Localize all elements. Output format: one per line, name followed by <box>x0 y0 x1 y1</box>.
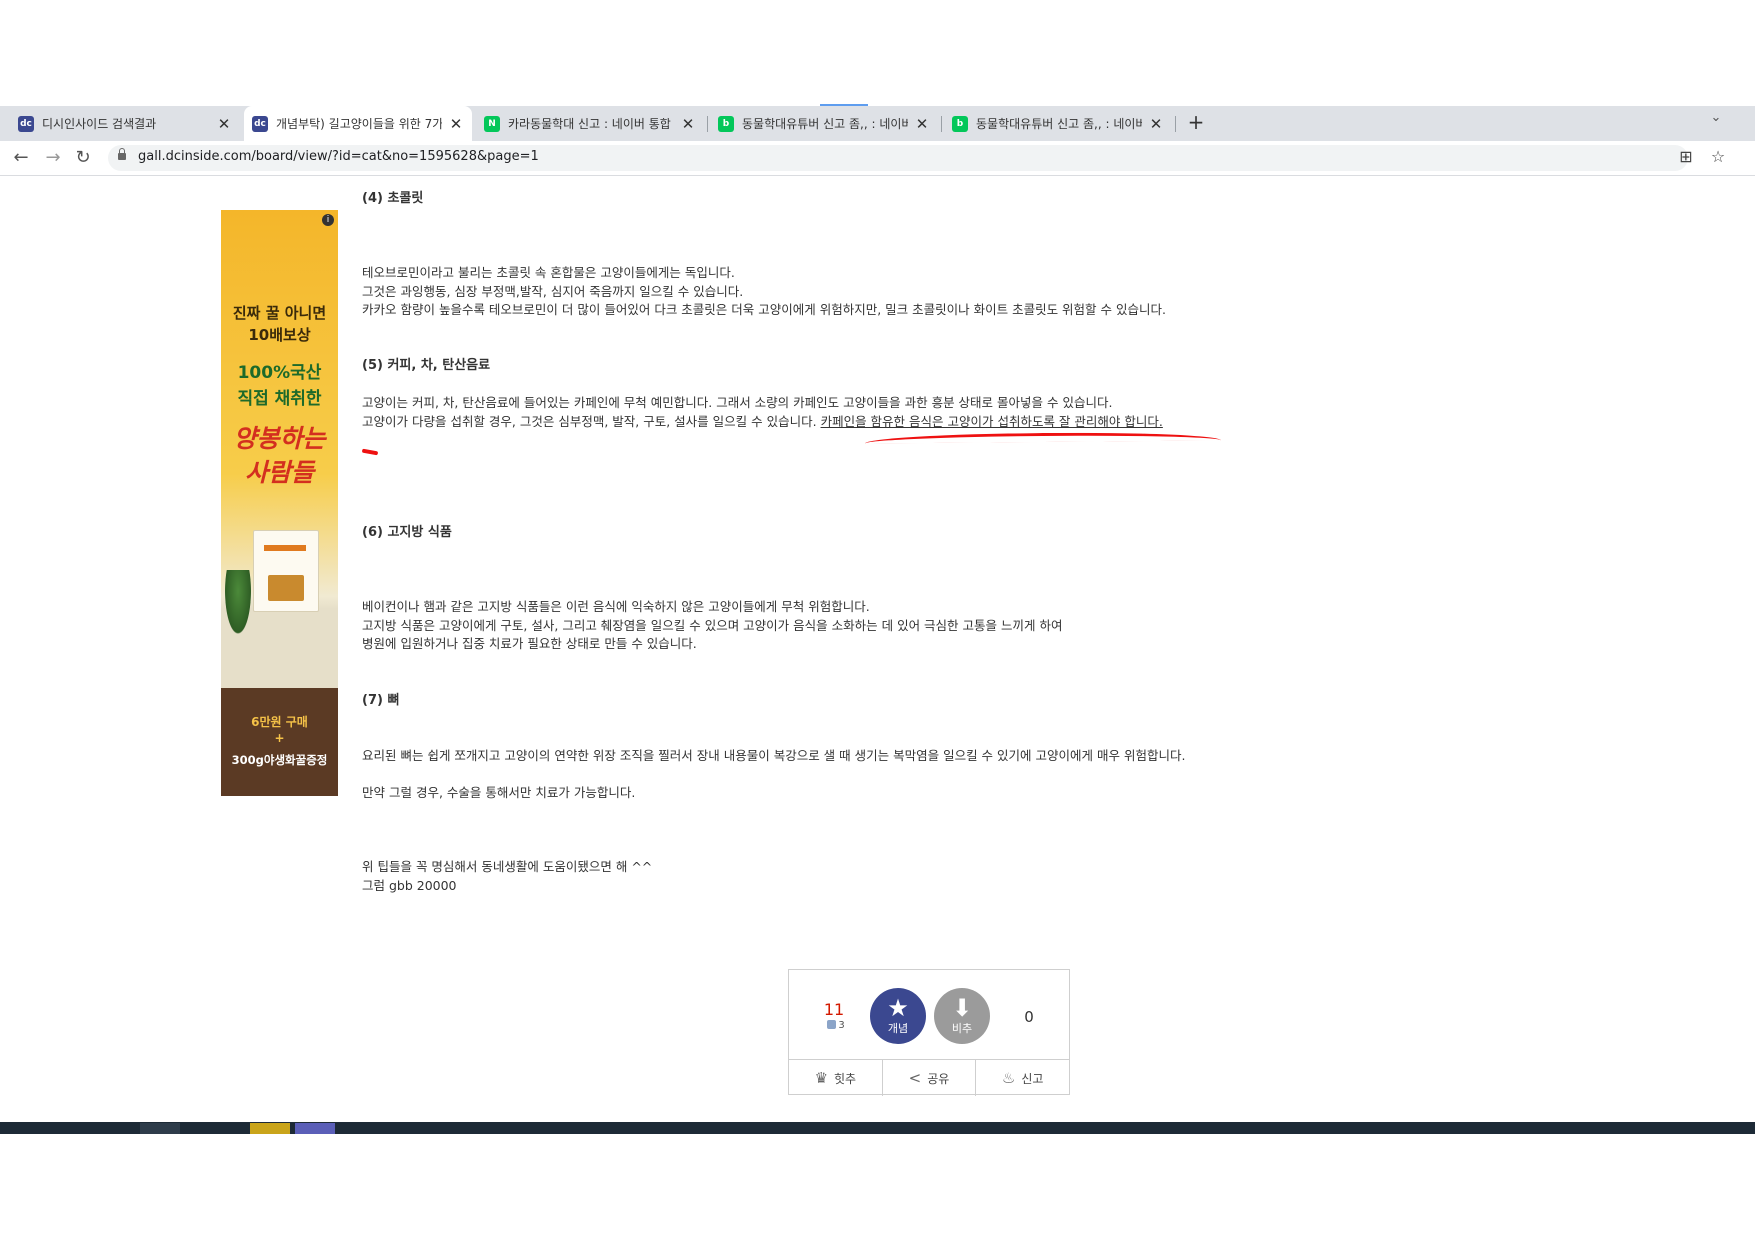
crown-icon: ♛ <box>814 1069 829 1087</box>
tab-separator <box>941 116 942 132</box>
recommend-button[interactable]: ★ 개념 <box>870 988 926 1044</box>
outro-text: 위 팁들을 꼭 명심해서 동네생활에 도움이됐으면 해 ^^ <box>362 859 653 874</box>
tab-dc-article[interactable]: dc 개념부탁) 길고양이들을 위한 7가 ✕ <box>244 106 472 141</box>
section-6-paragraph: 병원에 입원하거나 집중 치료가 필요한 상태로 만들 수 있습니다. <box>362 636 697 651</box>
back-arrow-icon[interactable]: ← <box>8 145 34 171</box>
recommend-actions: ♛ 힛추 < 공유 ♨ 신고 <box>789 1059 1069 1096</box>
ad-line: 양봉하는 <box>233 424 326 453</box>
naver-favicon-icon: N <box>484 115 500 132</box>
hit-label: 힛추 <box>834 1071 857 1086</box>
url-text[interactable]: gall.dcinside.com/board/view/?id=cat&no=… <box>138 149 539 164</box>
ad-headline: 진짜 꿀 아니면 10배보상 <box>221 302 338 346</box>
ad-brand: 양봉하는 사람들 <box>221 422 338 490</box>
ad-line: + <box>274 731 285 745</box>
ad-info-icon[interactable]: i <box>322 214 334 226</box>
section-6-paragraph: 베이컨이나 햄과 같은 고지방 식품들은 이런 음식에 익숙하지 않은 고양이들… <box>362 599 870 614</box>
section-4-paragraph: 카카오 함량이 높을수록 테오브로민이 더 많이 들어있어 다크 초콜릿은 더욱… <box>362 302 1166 317</box>
naver-blog-favicon-icon: b <box>718 115 734 132</box>
section-4-title: (4) 초콜릿 <box>362 191 424 206</box>
recommend-label: 개념 <box>887 1022 909 1035</box>
section-5-title: (5) 커피, 차, 탄산음료 <box>362 358 491 373</box>
address-bar[interactable]: gall.dcinside.com/board/view/?id=cat&no=… <box>108 145 1688 171</box>
report-label: 신고 <box>1021 1071 1044 1086</box>
ad-line: 진짜 꿀 아니면 <box>232 304 327 322</box>
not-recommend-count: 0 <box>1024 1008 1034 1026</box>
ad-line: 10배보상 <box>248 326 311 344</box>
ad-offer-gift: 300g야생화꿀증정 <box>231 753 328 767</box>
tab-separator <box>707 116 708 132</box>
tab-naver-blog-1[interactable]: b 동물학대유튜버 신고 좀,, : 네이버 ✕ <box>710 106 938 141</box>
taskbar-app-icon[interactable] <box>140 1123 180 1134</box>
hit-recommend-button[interactable]: ♛ 힛추 <box>789 1060 883 1096</box>
recommend-box: 11 3 ★ 개념 ⬇ 비추 0 ♛ 힛추 < 공유 ♨ 신고 <box>788 969 1070 1096</box>
share-label: 공유 <box>927 1071 950 1086</box>
close-icon[interactable]: ✕ <box>448 115 464 133</box>
tab-title: 개념부탁) 길고양이들을 위한 7가 <box>276 117 442 131</box>
red-underline-mark <box>361 448 379 456</box>
os-taskbar <box>0 1122 1755 1134</box>
report-button[interactable]: ♨ 신고 <box>976 1060 1069 1096</box>
down-arrow-icon: ⬇ <box>951 994 973 1022</box>
close-icon[interactable]: ✕ <box>914 115 930 133</box>
naver-blog-favicon-icon: b <box>952 115 968 132</box>
ad-line: 6만원 구매 <box>251 715 308 729</box>
red-underline-mark <box>864 431 1222 444</box>
highlighted-sentence: 카페인을 함유한 음식은 고양이가 섭취하도록 잘 관리해야 합니다. <box>820 413 1163 429</box>
dc-favicon-icon: dc <box>252 115 268 132</box>
siren-icon: ♨ <box>1001 1069 1016 1087</box>
reload-icon[interactable]: ↻ <box>70 145 96 171</box>
tab-dc-search[interactable]: dc 디시인사이드 검색결과 ✕ <box>10 106 240 141</box>
tab-title: 카라동물학대 신고 : 네이버 통합 <box>508 117 671 131</box>
section-6-title: (6) 고지방 식품 <box>362 525 452 540</box>
forward-arrow-icon[interactable]: → <box>40 145 66 171</box>
section-7-paragraph: 만약 그럴 경우, 수술을 통해서만 치료가 가능합니다. <box>362 785 636 800</box>
ad-line: 100%국산 <box>237 363 322 383</box>
lock-icon[interactable] <box>118 148 126 160</box>
section-4-paragraph: 테오브로민이라고 불리는 초콜릿 속 혼합물은 고양이들에게는 독입니다. <box>362 265 735 280</box>
fixed-user-count: 3 <box>819 1020 853 1031</box>
ad-offer-line: 6만원 구매 + <box>221 714 338 746</box>
taskbar-app-icon[interactable] <box>295 1123 335 1134</box>
ad-banner[interactable]: i 진짜 꿀 아니면 10배보상 100%국산 직접 채취한 양봉하는 사람들 … <box>221 210 338 796</box>
star-icon: ★ <box>887 994 909 1022</box>
tab-strip: dc 디시인사이드 검색결과 ✕ dc 개념부탁) 길고양이들을 위한 7가 ✕… <box>0 106 1755 141</box>
section-5-paragraph: 고양이가 다량을 섭취할 경우, 그것은 심부정맥, 발작, 구토, 설사를 일… <box>362 413 1232 432</box>
tab-title: 동물학대유튜버 신고 좀,, : 네이버 <box>742 117 908 131</box>
bookmark-star-icon[interactable]: ☆ <box>1706 145 1730 169</box>
section-6-paragraph: 고지방 식품은 고양이에게 구토, 설사, 그리고 췌장염을 일으킬 수 있으며… <box>362 617 1063 633</box>
qr-code-icon[interactable]: ⊞ <box>1674 145 1698 169</box>
section-7-paragraph: 요리된 뼈는 쉽게 쪼개지고 고양이의 연약한 위장 조직을 찔러서 장내 내용… <box>362 748 1186 763</box>
taskbar-app-icon[interactable] <box>250 1123 290 1134</box>
browser-toolbar: ← → ↻ gall.dcinside.com/board/view/?id=c… <box>0 141 1755 176</box>
tab-title: 디시인사이드 검색결과 <box>42 117 157 131</box>
tab-search-chevron-icon[interactable]: ⌄ <box>1706 110 1726 130</box>
not-recommend-label: 비추 <box>951 1022 973 1035</box>
share-icon: < <box>908 1069 922 1087</box>
tab-naver-search[interactable]: N 카라동물학대 신고 : 네이버 통합 ✕ <box>476 106 704 141</box>
fixed-user-icon <box>827 1020 837 1029</box>
new-tab-button[interactable]: + <box>1186 106 1206 141</box>
section-5-paragraph: 고양이는 커피, 차, 탄산음료에 들어있는 카페인에 무척 예민합니다. 그래… <box>362 395 1113 410</box>
outro-signature: 그럼 gbb 20000 <box>362 878 457 893</box>
tab-separator <box>1175 116 1176 132</box>
close-icon[interactable]: ✕ <box>1148 115 1164 133</box>
share-button[interactable]: < 공유 <box>883 1060 977 1096</box>
paragraph-text: 고양이가 다량을 섭취할 경우, 그것은 심부정맥, 발작, 구토, 설사를 일… <box>362 413 821 429</box>
ad-subline: 100%국산 직접 채취한 <box>221 360 338 412</box>
close-icon[interactable]: ✕ <box>216 115 232 133</box>
tab-naver-blog-2[interactable]: b 동물학대유튜버 신고 좀,, : 네이버 ✕ <box>944 106 1172 141</box>
not-recommend-button[interactable]: ⬇ 비추 <box>934 988 990 1044</box>
section-7-title: (7) 뼈 <box>362 693 400 708</box>
recommend-count: 11 <box>823 1000 845 1019</box>
dc-favicon-icon: dc <box>18 115 34 132</box>
tab-title: 동물학대유튜버 신고 좀,, : 네이버 <box>976 117 1142 131</box>
ad-line: 사람들 <box>244 458 314 487</box>
honey-product-image <box>253 530 319 612</box>
ad-offer-panel: 6만원 구매 + 300g야생화꿀증정 <box>221 688 338 796</box>
plant-image <box>223 570 253 640</box>
section-4-paragraph: 그것은 과잉행동, 심장 부정맥,발작, 심지어 죽음까지 일으킬 수 있습니다… <box>362 283 744 299</box>
ad-line: 직접 채취한 <box>237 389 322 409</box>
close-icon[interactable]: ✕ <box>680 115 696 133</box>
fixed-count-text: 3 <box>838 1020 845 1031</box>
